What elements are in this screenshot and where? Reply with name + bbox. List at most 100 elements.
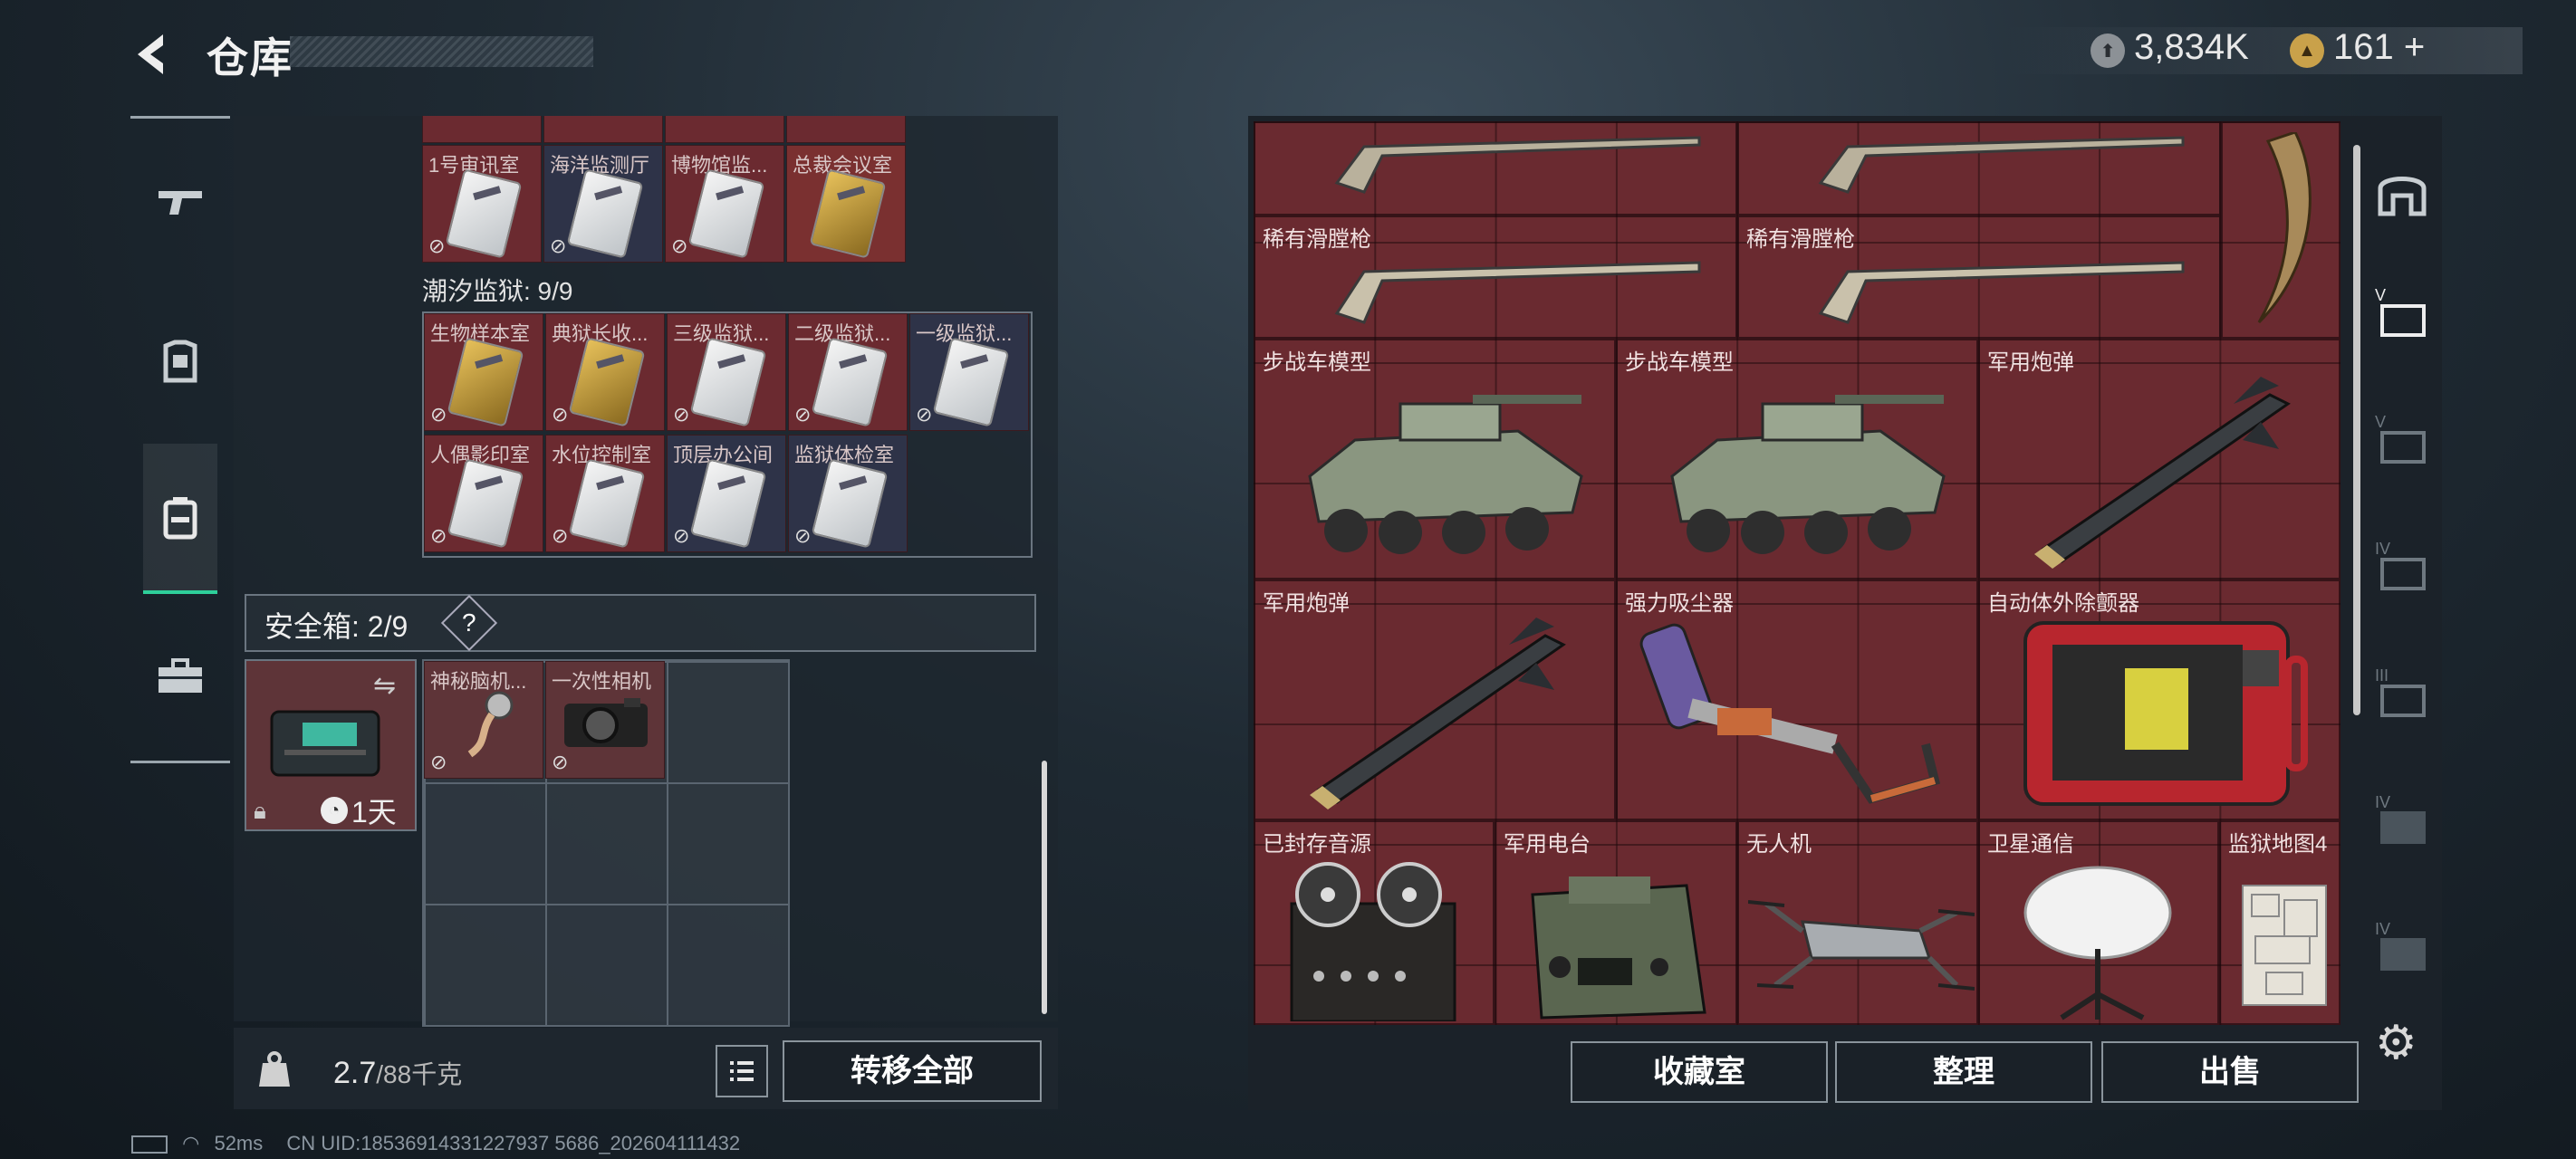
stash-item[interactable]: 卫星通信: [1978, 820, 2219, 1025]
untradeable-icon: ⊘: [552, 524, 569, 547]
weapons-tab[interactable]: [143, 165, 217, 239]
stash-item[interactable]: 稀有滑膛枪: [1254, 216, 1737, 339]
sell-button[interactable]: 出售: [2101, 1041, 2359, 1103]
nav-divider: [130, 116, 230, 119]
stash-item[interactable]: 监狱地图4: [2219, 820, 2341, 1025]
stash-tab-2[interactable]: V: [2366, 409, 2438, 482]
claw-icon: [2257, 132, 2312, 324]
backpack-tab[interactable]: [143, 480, 217, 554]
transfer-all-button[interactable]: 转移全部: [783, 1040, 1042, 1102]
coin-balance: 3,834K: [2134, 27, 2249, 67]
safebox-item[interactable]: 一次性相机 ⊘: [545, 661, 665, 779]
swap-icon[interactable]: ⇋: [373, 670, 396, 702]
carry-weight: 2.7/88千克: [333, 1056, 463, 1090]
page-title: 仓库: [207, 34, 293, 81]
untradeable-icon: ⊘: [428, 235, 446, 257]
case-icon: [159, 658, 202, 693]
musket-icon: [1334, 261, 1701, 324]
stash-tab-3[interactable]: IV: [2366, 536, 2438, 608]
stash-item[interactable]: 步战车模型: [1254, 339, 1616, 580]
untradeable-icon: ⊘: [430, 403, 447, 426]
back-button[interactable]: [127, 27, 181, 81]
ifv-model-icon: [1670, 395, 1946, 554]
stash-item[interactable]: 军用炮弹: [1978, 339, 2341, 580]
musket-icon: [1818, 261, 2185, 324]
stash-tab-4[interactable]: III: [2366, 663, 2438, 735]
untradeable-icon: ⊘: [794, 403, 812, 426]
stash-tab-6[interactable]: IV: [2366, 916, 2438, 989]
case-tab[interactable]: [143, 639, 217, 714]
untradeable-icon: ⊘: [550, 235, 567, 257]
safebox-case[interactable]: ⇋ 🔒︎ ◔ 1天: [245, 659, 417, 831]
stash-tab-5[interactable]: IV: [2366, 790, 2438, 862]
keycard-item[interactable]: 1号审讯室 ⊘: [422, 145, 542, 263]
untradeable-icon: ⊘: [673, 403, 690, 426]
untradeable-icon: ⊘: [552, 751, 569, 773]
premium-coin-icon: ▲: [2290, 34, 2324, 68]
stash-item[interactable]: [1737, 121, 2221, 216]
status-bar: ◠ 52ms CN UID:18536914331227937 5686_202…: [131, 1132, 740, 1155]
settings-gear-icon[interactable]: ⚙: [2375, 1016, 2417, 1070]
clock-icon: ◔: [321, 797, 348, 824]
stash-item[interactable]: 军用炮弹: [1254, 580, 1616, 820]
musket-icon: [1334, 136, 1701, 194]
ping: 52ms: [214, 1132, 264, 1154]
musket-icon: [1818, 136, 2185, 194]
satellite-dish-icon: [2023, 866, 2172, 1020]
stash-item[interactable]: 无人机: [1737, 820, 1978, 1025]
stash-item[interactable]: 军用电台: [1495, 820, 1737, 1025]
timer: ◔ 1天: [321, 790, 397, 831]
untradeable-icon: ⊘: [671, 235, 688, 257]
safebox-icon: [270, 710, 380, 777]
coin-icon: ⬆: [2091, 34, 2125, 68]
stash-scrollbar[interactable]: [2353, 145, 2360, 715]
keycard-item[interactable]: 三级监狱... ⊘: [667, 313, 786, 431]
stash-item[interactable]: 步战车模型: [1616, 339, 1978, 580]
stash-item[interactable]: [2221, 121, 2341, 339]
home-icon: [2378, 177, 2427, 216]
keycard-item[interactable]: 水位控制室 ⊘: [545, 435, 665, 552]
keycard-item[interactable]: 二级监狱... ⊘: [788, 313, 908, 431]
stash-tab-1[interactable]: V: [2366, 283, 2438, 355]
brain-device-icon: [467, 691, 514, 758]
sort-button[interactable]: 整理: [1835, 1041, 2092, 1103]
keycard-item[interactable]: 人偶影印室 ⊘: [424, 435, 543, 552]
camera-icon: [564, 698, 648, 747]
premium-balance[interactable]: 161 +: [2333, 27, 2425, 68]
stash-item[interactable]: 自动体外除颤器: [1978, 580, 2341, 820]
nav-divider: [130, 761, 230, 763]
stash-item[interactable]: 强力吸尘器: [1616, 580, 1978, 820]
untradeable-icon: ⊘: [430, 524, 447, 547]
keycard-item[interactable]: 监狱体检室 ⊘: [788, 435, 908, 552]
list-view-button[interactable]: [716, 1045, 768, 1097]
stash-item[interactable]: 稀有滑膛枪: [1737, 216, 2221, 339]
ifv-model-icon: [1308, 395, 1583, 554]
uid-text: CN UID:18536914331227937 5686_2026041114…: [286, 1132, 741, 1154]
title-decoration: [290, 36, 593, 67]
keycard-item[interactable]: 顶层办公间 ⊘: [667, 435, 786, 552]
untradeable-icon: ⊘: [916, 403, 933, 426]
add-currency-button: +: [2403, 27, 2426, 67]
armor-tab[interactable]: [143, 324, 217, 398]
safebox-capacity-label: 安全箱: 2/9: [264, 610, 409, 643]
untradeable-icon: ⊘: [794, 524, 812, 547]
keycard-item[interactable]: 总裁会议室: [786, 145, 906, 263]
collection-room-button[interactable]: 收藏室: [1571, 1041, 1828, 1103]
untradeable-icon: ⊘: [673, 524, 690, 547]
backpack-icon: [163, 497, 197, 540]
stash-tab-home[interactable]: [2366, 156, 2438, 228]
shell-icon: [1310, 618, 1566, 809]
weapons-icon: [159, 191, 202, 215]
wifi-icon: ◠: [182, 1132, 200, 1154]
keycard-item[interactable]: 典狱长收... ⊘: [545, 313, 665, 431]
prison-keycard-label: 潮汐监狱: 9/9: [422, 277, 573, 305]
keycard-item[interactable]: 生物样本室 ⊘: [424, 313, 543, 431]
keycard-item[interactable]: 海洋监测厅 ⊘: [543, 145, 663, 263]
inventory-scrollbar[interactable]: [1042, 761, 1047, 1014]
keycard-item[interactable]: 一级监狱... ⊘: [909, 313, 1029, 431]
stash-item[interactable]: 已封存音源: [1254, 820, 1495, 1025]
stash-item[interactable]: [1254, 121, 1737, 216]
keycard-item[interactable]: 博物馆监... ⊘: [665, 145, 784, 263]
safebox-item[interactable]: 神秘脑机... ⊘: [424, 661, 543, 779]
untradeable-icon: ⊘: [430, 751, 447, 773]
